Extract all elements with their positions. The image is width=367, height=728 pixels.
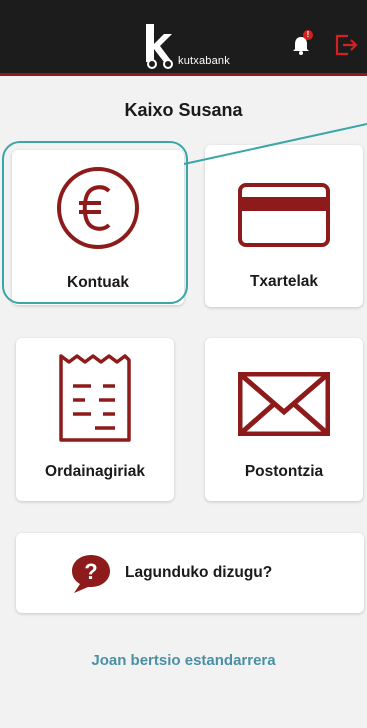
question-bubble-icon: ? <box>72 555 110 593</box>
top-bar: kutxabank ! <box>0 0 367 76</box>
brand-name: kutxabank <box>178 55 230 67</box>
tile-label: Kontuak <box>67 274 129 291</box>
envelope-icon <box>238 372 330 436</box>
receipt-icon <box>59 354 131 442</box>
tile-kontuak[interactable]: Kontuak <box>12 150 184 305</box>
standard-version-link[interactable]: Joan bertsio estandarrera <box>0 652 367 669</box>
help-label: Lagunduko dizugu? <box>125 564 273 581</box>
tile-label: Postontzia <box>244 463 324 480</box>
svg-text:?: ? <box>84 559 97 584</box>
euro-icon <box>57 167 139 249</box>
tile-label: Ordainagiriak <box>45 463 145 480</box>
logout-icon[interactable] <box>334 33 360 57</box>
help-button[interactable]: ? Lagunduko dizugu? <box>16 533 364 613</box>
tile-txartelak[interactable]: Txartelak <box>205 145 363 307</box>
tile-label: Txartelak <box>249 273 319 290</box>
notification-badge: ! <box>303 30 313 40</box>
tile-postontzia[interactable]: Postontzia <box>205 338 363 501</box>
credit-card-icon <box>238 183 330 247</box>
tutorial-pointer-line <box>183 123 367 165</box>
tile-ordainagiriak[interactable]: Ordainagiriak <box>16 338 174 501</box>
